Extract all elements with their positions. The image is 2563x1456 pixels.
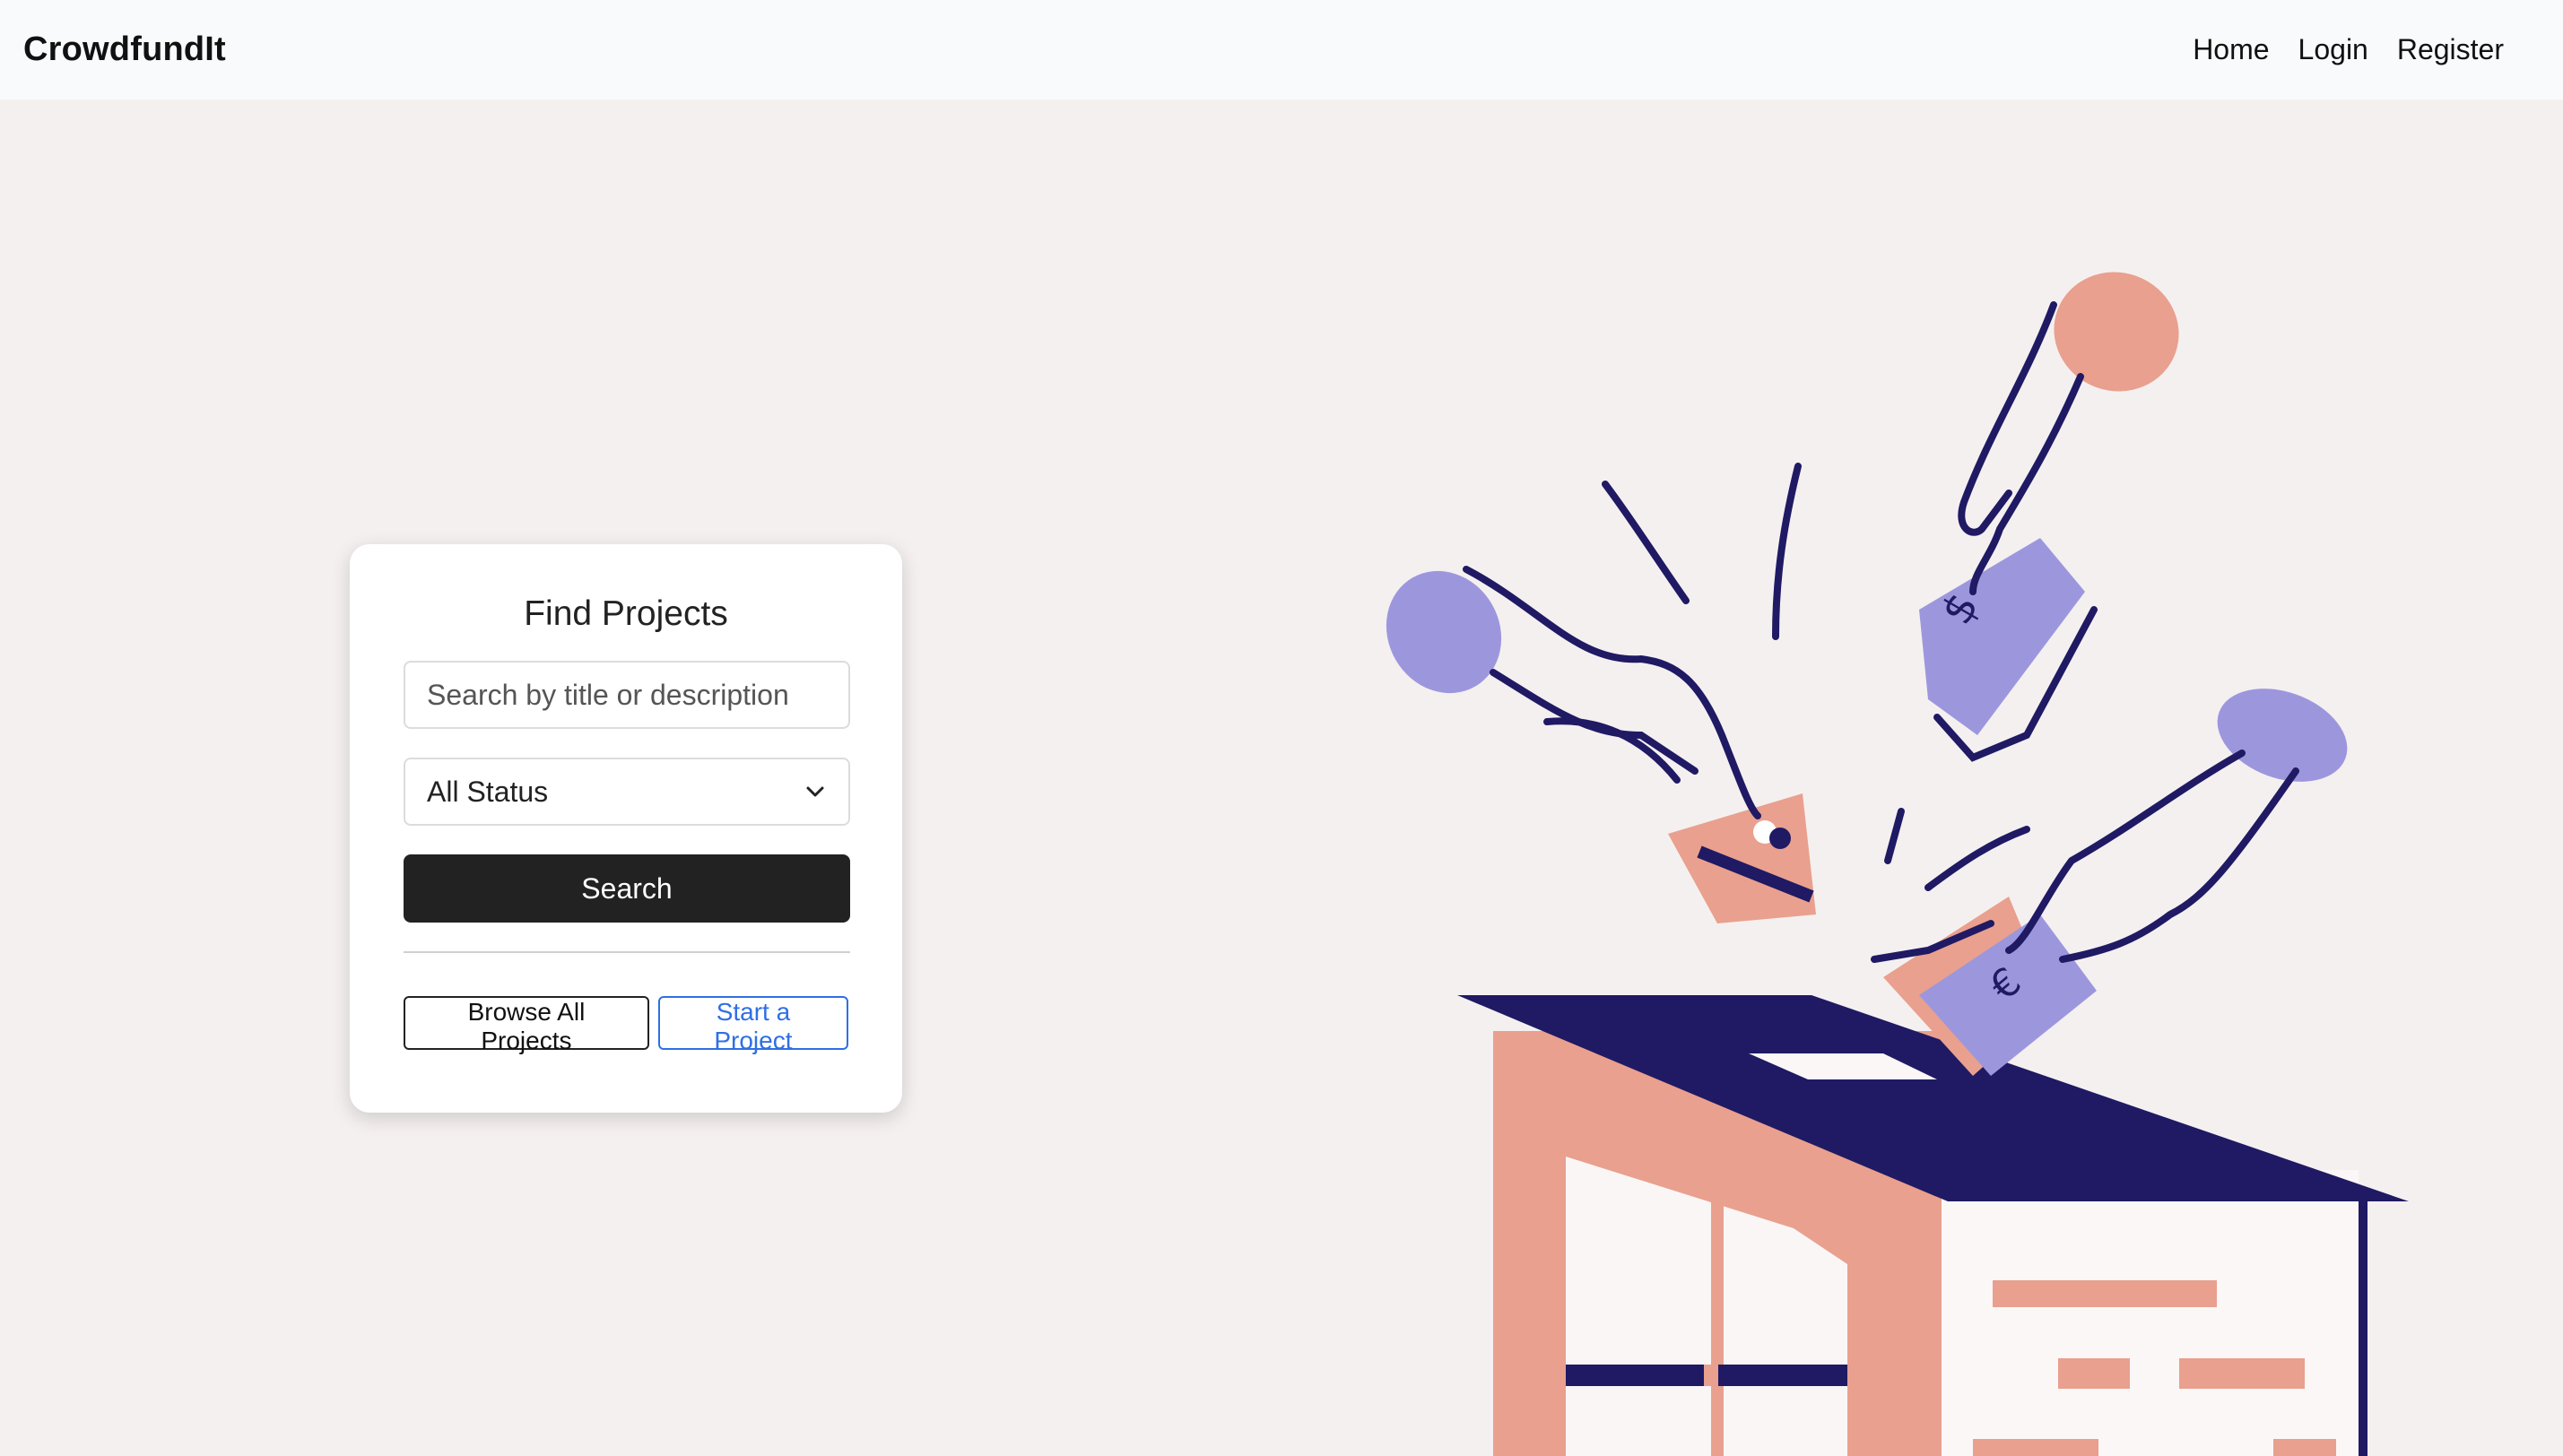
find-projects-card: Find Projects All Status Search Browse A… [350, 544, 902, 1113]
browse-all-projects-button[interactable]: Browse All Projects [404, 996, 649, 1054]
status-select-value: All Status [427, 775, 549, 808]
nav-link-register[interactable]: Register [2397, 33, 2504, 66]
hand-with-dollar: $ [1919, 272, 2179, 762]
nav-link-login[interactable]: Login [2298, 33, 2368, 66]
brand-logo[interactable]: CrowdfundIt [23, 30, 226, 69]
start-project-button[interactable]: Start a Project [657, 996, 848, 1054]
card-actions: Browse All Projects Start a Project [404, 996, 848, 1054]
divider [404, 951, 850, 953]
donation-box [1457, 995, 2409, 1456]
status-select[interactable]: All Status [404, 758, 850, 826]
search-button[interactable]: Search [404, 854, 850, 923]
hand-with-card [1386, 566, 1816, 923]
nav-links: Home Login Register [2193, 33, 2504, 66]
card-title: Find Projects [524, 594, 728, 633]
search-input[interactable] [404, 661, 850, 729]
chevron-down-icon [804, 780, 827, 803]
nav-link-home[interactable]: Home [2193, 33, 2269, 66]
top-navbar: CrowdfundIt Home Login Register [0, 0, 2563, 100]
donation-box-illustration: $ € [1386, 272, 2409, 1456]
